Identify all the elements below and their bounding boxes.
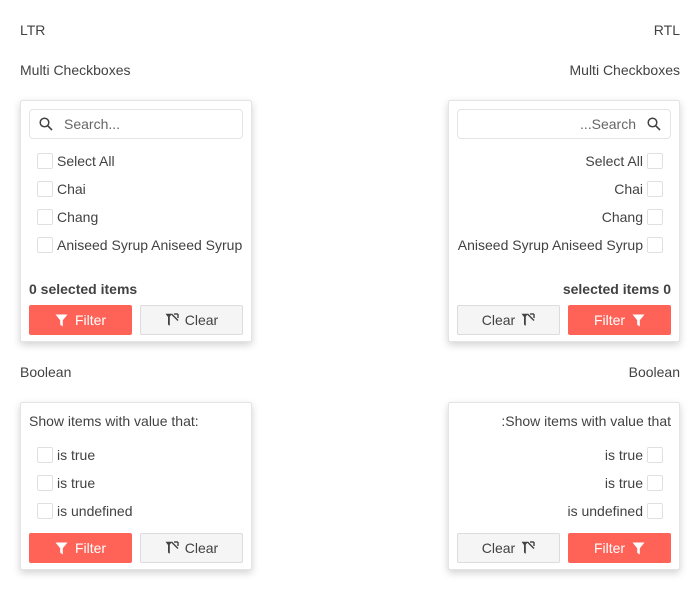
list-item-chang[interactable]: Chang: [457, 203, 671, 231]
clear-button[interactable]: Clear: [140, 533, 243, 563]
filter-icon: [55, 313, 69, 327]
checkbox[interactable]: [37, 237, 53, 253]
filter-icon: [55, 541, 69, 555]
filter-clear-icon: [165, 541, 179, 555]
item-label: Chang: [57, 209, 99, 225]
filter-button-label: Filter: [74, 540, 107, 556]
list-item-is-undefined[interactable]: is undefined: [457, 497, 671, 525]
item-label: is true: [604, 447, 643, 463]
search-input-ltr[interactable]: [54, 111, 234, 137]
checkbox[interactable]: [647, 475, 663, 491]
clear-button[interactable]: Clear: [457, 305, 560, 335]
multi-checkboxes-label-rtl: Multi Checkboxes: [569, 62, 681, 78]
item-label: is true: [57, 447, 96, 463]
list-item-select-all[interactable]: Select All: [457, 147, 671, 175]
selected-count: 0 selected items: [29, 281, 138, 297]
filter-button[interactable]: Filter: [29, 533, 132, 563]
clear-button-label: Clear: [184, 312, 219, 328]
list-item-aniseed-syrup[interactable]: Aniseed Syrup Aniseed Syrup: [457, 231, 671, 259]
list-item-chang[interactable]: Chang: [29, 203, 243, 231]
filter-button[interactable]: Filter: [568, 533, 671, 563]
filter-button[interactable]: Filter: [29, 305, 132, 335]
checkbox[interactable]: [647, 237, 663, 253]
item-label: Aniseed Syrup Aniseed Syrup: [457, 237, 643, 253]
boolean-prompt: Show items with value that:: [501, 413, 671, 429]
clear-button-label: Clear: [481, 540, 516, 556]
list-item-is-true[interactable]: is true: [29, 469, 243, 497]
checkbox[interactable]: [647, 209, 663, 225]
item-label: Chai: [57, 181, 86, 197]
list-item-is-true[interactable]: is true: [457, 469, 671, 497]
checkbox[interactable]: [647, 153, 663, 169]
rtl-heading: RTL: [653, 22, 680, 38]
checkbox[interactable]: [37, 447, 53, 463]
search-input-rtl[interactable]: [466, 111, 646, 137]
list-item-chai[interactable]: Chai: [29, 175, 243, 203]
item-label: Chai: [614, 181, 643, 197]
checkbox[interactable]: [37, 153, 53, 169]
list-item-select-all[interactable]: Select All: [29, 147, 243, 175]
filter-icon: [631, 313, 645, 327]
clear-button[interactable]: Clear: [457, 533, 560, 563]
multi-checkboxes-label-ltr: Multi Checkboxes: [20, 62, 131, 78]
filter-button-label: Filter: [593, 312, 626, 328]
boolean-filter-rtl: Show items with value that: is true is t…: [448, 402, 680, 570]
search-box-ltr[interactable]: [29, 109, 243, 139]
item-label: Chang: [601, 209, 643, 225]
checkbox[interactable]: [37, 181, 53, 197]
filter-clear-icon: [521, 313, 535, 327]
filter-clear-icon: [521, 541, 535, 555]
clear-button-label: Clear: [184, 540, 219, 556]
search-box-rtl[interactable]: [457, 109, 671, 139]
list-item-chai[interactable]: Chai: [457, 175, 671, 203]
checkbox[interactable]: [647, 447, 663, 463]
checkbox[interactable]: [37, 209, 53, 225]
list-item-is-undefined[interactable]: is undefined: [29, 497, 243, 525]
item-label: is undefined: [57, 503, 133, 519]
boolean-prompt: Show items with value that:: [29, 413, 199, 429]
filter-button[interactable]: Filter: [568, 305, 671, 335]
boolean-label-ltr: Boolean: [20, 364, 72, 380]
clear-button[interactable]: Clear: [140, 305, 243, 335]
list-item-aniseed-syrup[interactable]: Aniseed Syrup Aniseed Syrup: [29, 231, 243, 259]
ltr-heading: LTR: [20, 22, 46, 38]
list-item-is-true[interactable]: is true: [457, 441, 671, 469]
multi-checkbox-filter-ltr: Select All Chai Chang Aniseed Syrup Anis…: [20, 100, 252, 342]
clear-button-label: Clear: [481, 312, 516, 328]
list-item-is-true[interactable]: is true: [29, 441, 243, 469]
checkbox[interactable]: [37, 503, 53, 519]
checkbox[interactable]: [647, 181, 663, 197]
multi-checkbox-filter-rtl: Select All Chai Chang Aniseed Syrup Anis…: [448, 100, 680, 342]
item-label: Select All: [57, 153, 115, 169]
item-label: is undefined: [567, 503, 643, 519]
item-label: Aniseed Syrup Aniseed Syrup: [57, 237, 243, 253]
selected-count: selected items 0: [562, 281, 671, 297]
search-icon: [38, 116, 54, 132]
boolean-filter-ltr: Show items with value that: is true is t…: [20, 402, 252, 570]
filter-icon: [631, 541, 645, 555]
checkbox[interactable]: [37, 475, 53, 491]
boolean-label-rtl: Boolean: [628, 364, 680, 380]
filter-clear-icon: [165, 313, 179, 327]
item-label: is true: [57, 475, 96, 491]
filter-button-label: Filter: [593, 540, 626, 556]
item-label: Select All: [585, 153, 643, 169]
checkbox[interactable]: [647, 503, 663, 519]
filter-button-label: Filter: [74, 312, 107, 328]
item-label: is true: [604, 475, 643, 491]
search-icon: [646, 116, 662, 132]
